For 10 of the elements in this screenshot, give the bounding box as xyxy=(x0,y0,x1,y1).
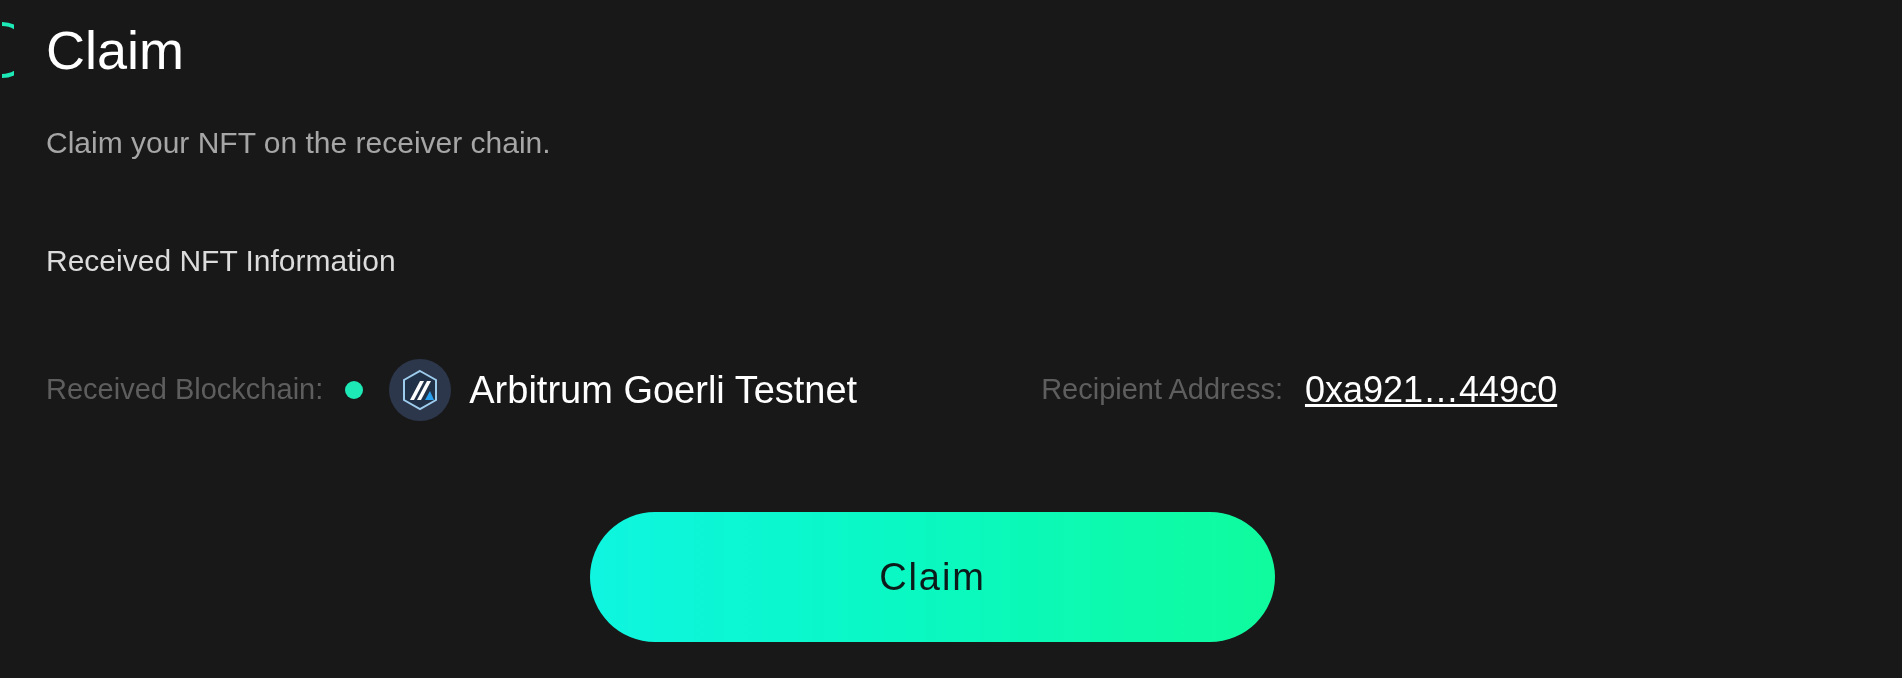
step-description: Claim your NFT on the receiver chain. xyxy=(46,128,552,158)
field-label: Recipient Address: xyxy=(1041,372,1283,408)
step-title: Claim xyxy=(46,23,184,77)
step-indicator-icon xyxy=(0,20,14,80)
field-label: Received Blockchain: xyxy=(46,372,324,408)
claim-button[interactable]: Claim xyxy=(590,512,1275,642)
address-link[interactable]: 0xa921…449c0 xyxy=(1304,363,1558,417)
chain-name: Arbitrum Goerli Testnet xyxy=(469,367,858,413)
chain-logo-icon xyxy=(389,359,452,421)
section-title: Received NFT Information xyxy=(46,246,397,276)
